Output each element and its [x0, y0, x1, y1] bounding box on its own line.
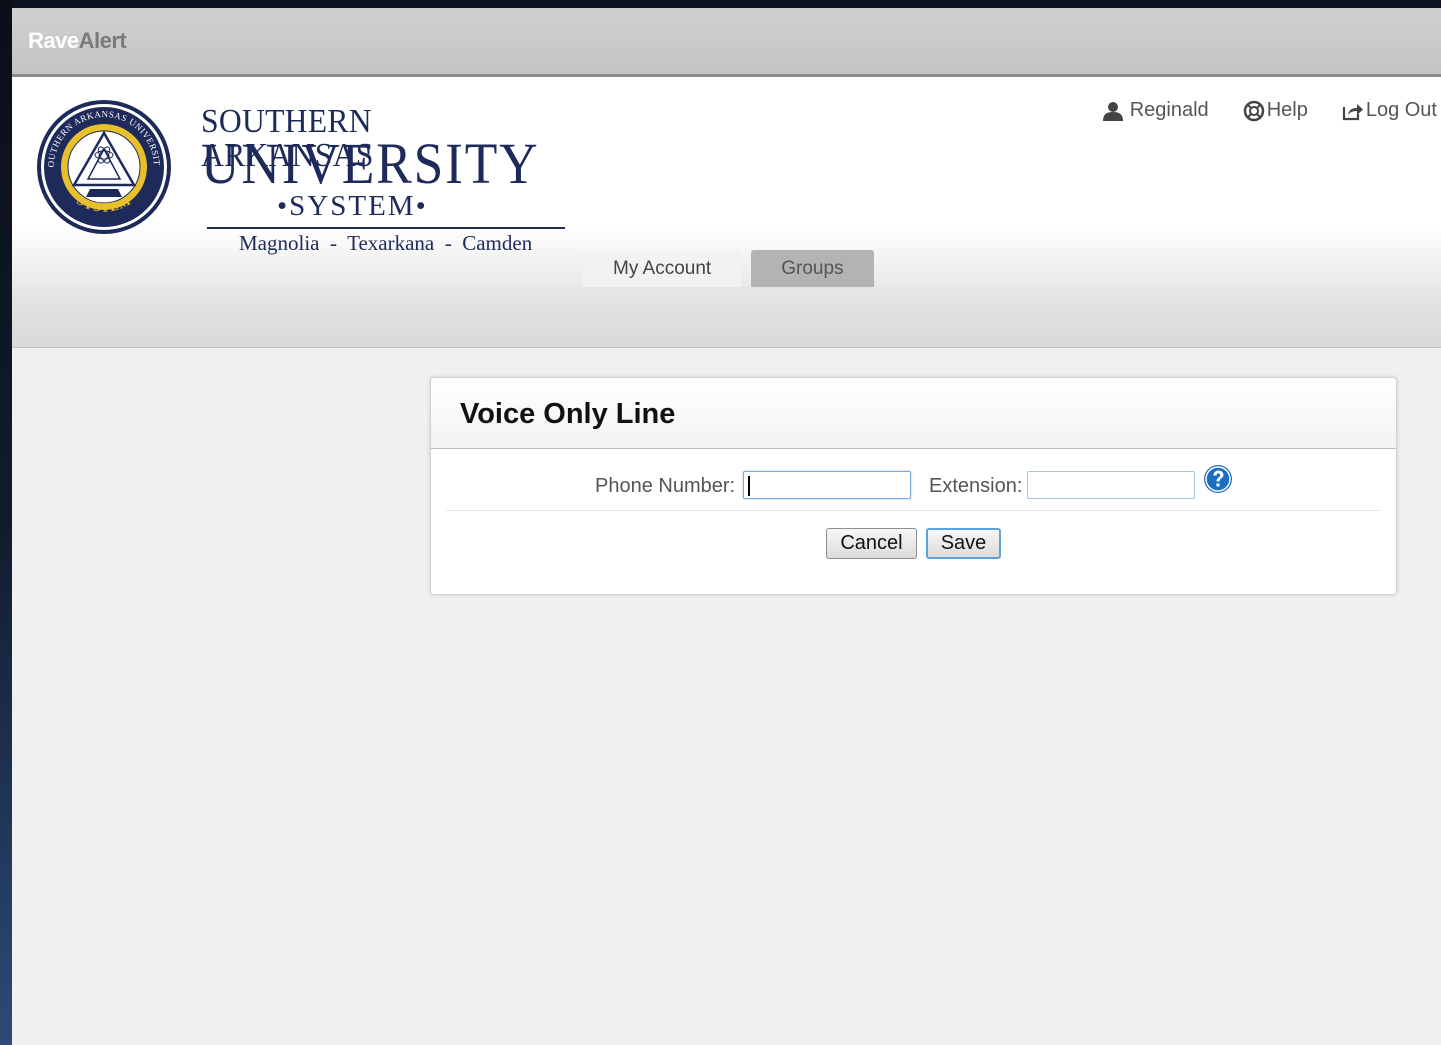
logout-icon [1342, 103, 1363, 120]
logo-campuses: Magnolia - Texarkana - Camden [239, 231, 533, 255]
logo-line-2: UNIVERSITY [201, 131, 540, 196]
phone-form-row: Phone Number: Extension: [446, 448, 1381, 511]
help-question-icon[interactable] [1203, 464, 1233, 494]
app-brand[interactable]: RaveAlert [28, 28, 127, 54]
user-menu-link[interactable]: Reginald [1102, 99, 1209, 122]
extension-label: Extension: [929, 475, 1023, 497]
tab-my-account[interactable]: My Account [583, 250, 742, 288]
logo-line-3: •SYSTEM• [277, 190, 428, 222]
logout-link[interactable]: Log Out [1342, 99, 1437, 122]
app-topbar: RaveAlert [12, 8, 1441, 77]
browser-window: RaveAlert SOUTHERN [12, 8, 1441, 1045]
sub-navigation-bar [12, 287, 1441, 348]
extension-input[interactable] [1027, 471, 1195, 499]
brand-alert: Alert [78, 28, 127, 53]
panel-header: Voice Only Line [431, 378, 1396, 449]
tab-groups[interactable]: Groups [751, 250, 874, 288]
phone-number-input[interactable] [743, 471, 911, 499]
desktop-background [0, 0, 12, 1045]
university-logo[interactable]: SOUTHERN ARKANSAS UNIVERSITY SYSTEM SOUT… [34, 97, 565, 255]
main-tabs: My Account Groups [583, 250, 874, 288]
help-label: Help [1266, 99, 1308, 121]
user-name: Reginald [1129, 99, 1209, 121]
save-button[interactable]: Save [926, 528, 1001, 559]
text-caret [748, 476, 750, 496]
user-nav: Reginald Help Log Out [1102, 99, 1437, 122]
lifebuoy-icon [1243, 100, 1264, 121]
logo-rule [207, 227, 565, 229]
user-icon [1102, 101, 1123, 121]
logout-label: Log Out [1365, 99, 1437, 121]
cancel-button[interactable]: Cancel [826, 528, 917, 559]
panel-title: Voice Only Line [460, 398, 676, 430]
phone-number-label: Phone Number: [595, 475, 736, 497]
voice-only-line-panel: Voice Only Line Phone Number: Extension:… [430, 377, 1397, 595]
brand-rave: Rave [28, 28, 79, 53]
university-seal: SOUTHERN ARKANSAS UNIVERSITY SYSTEM [34, 97, 171, 234]
page-header: SOUTHERN ARKANSAS UNIVERSITY SYSTEM SOUT… [12, 77, 1441, 288]
help-link[interactable]: Help [1243, 99, 1308, 122]
